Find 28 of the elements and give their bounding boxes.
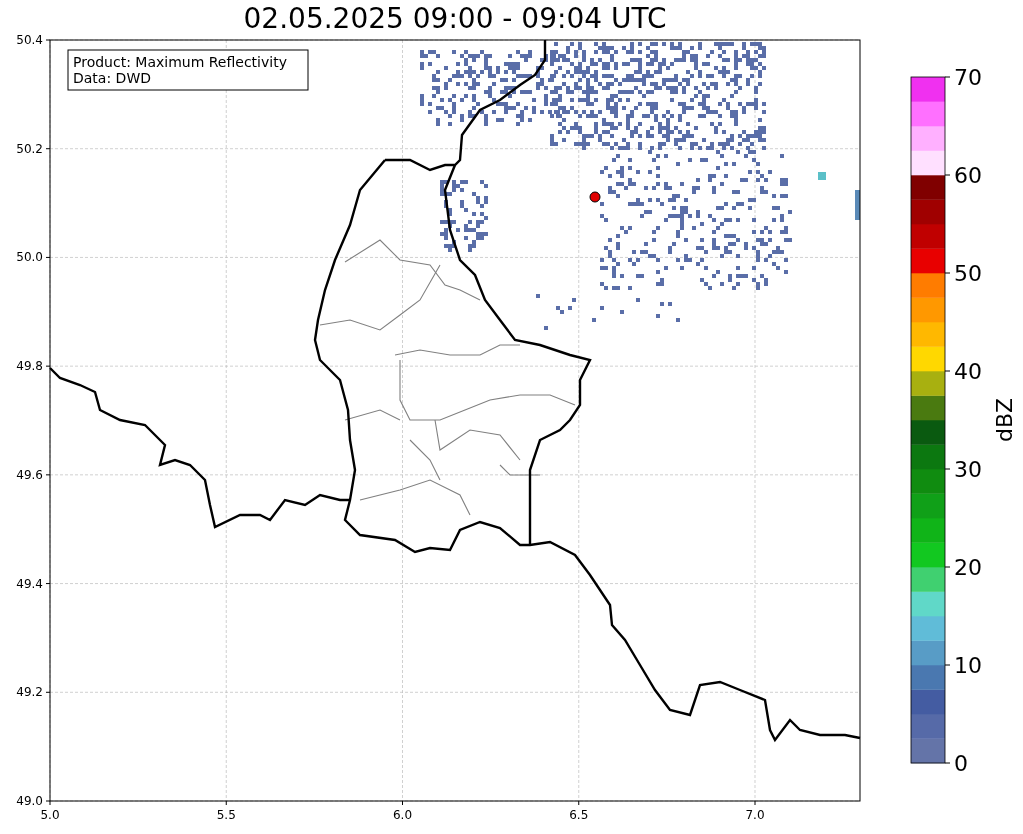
x-tick-label: 5.0: [40, 808, 60, 822]
radar-site-marker: [589, 191, 601, 203]
colorbar-label: dBZ: [992, 397, 1017, 443]
colorbar-tick-label: 50: [954, 261, 982, 286]
x-tick-label: 7.0: [745, 808, 765, 822]
y-tick-label: 50.4: [16, 33, 43, 47]
y-tick-label: 50.2: [16, 141, 43, 156]
colorbar-tick-label: 60: [954, 163, 982, 188]
y-tick-label: 49.8: [16, 359, 43, 374]
x-tick-label: 6.5: [569, 808, 589, 822]
y-tick-label: 49.6: [16, 467, 43, 482]
info-text: Product: Maximum Reflectivity: [73, 54, 287, 70]
x-tick-label: 6.0: [392, 808, 413, 822]
radar-echo: [855, 190, 860, 220]
colorbar-tick-label: 30: [954, 457, 982, 482]
colorbar-tick-label: 10: [954, 653, 982, 678]
y-tick-label: 49.0: [16, 794, 43, 808]
y-tick-label: 49.2: [16, 685, 43, 700]
x-tick-label: 5.5: [216, 808, 236, 822]
y-tick-label: 50.0: [16, 250, 43, 265]
colorbar-tick-label: 0: [954, 751, 968, 776]
radar-echo: [818, 172, 826, 180]
chart-title: 02.05.2025 09:00 - 09:04 UTC: [243, 2, 667, 36]
info-text: Data: DWD: [73, 70, 151, 86]
y-tick-label: 49.4: [16, 576, 43, 591]
colorbar-tick-label: 70: [954, 65, 982, 90]
colorbar-tick-label: 20: [954, 555, 982, 580]
colorbar-tick-label: 40: [954, 359, 982, 384]
